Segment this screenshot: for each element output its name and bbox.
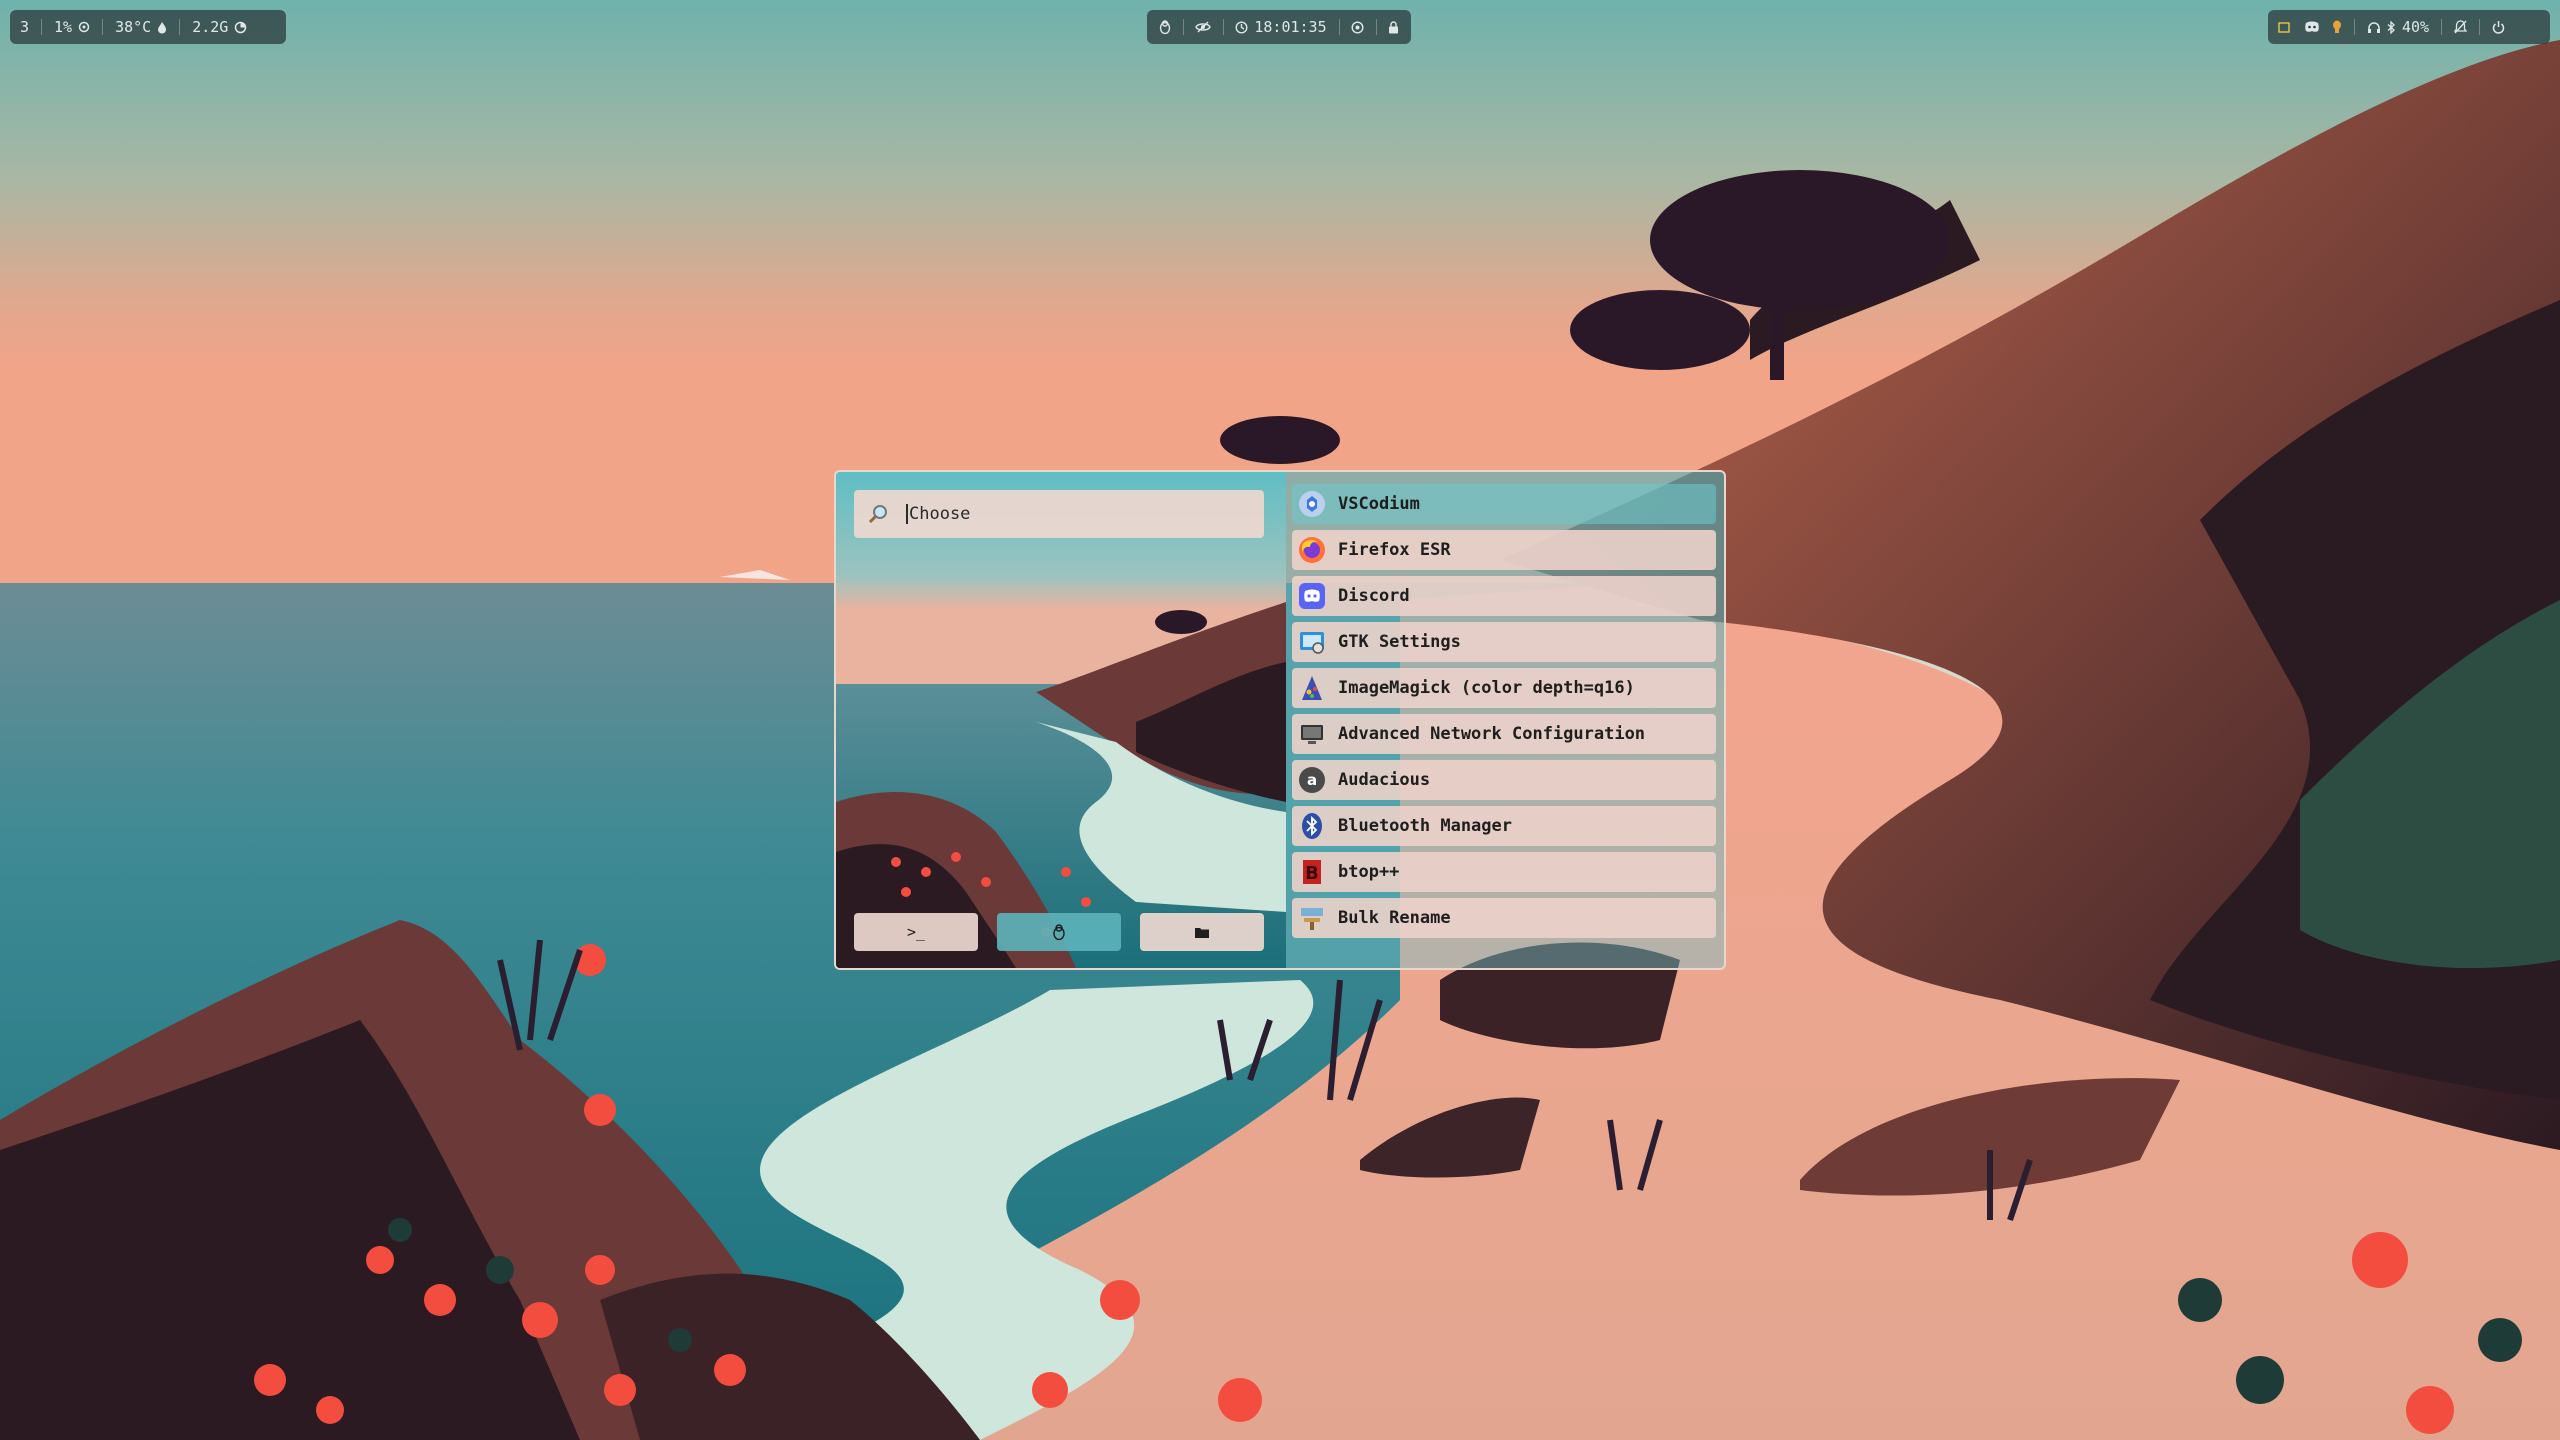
gtk-settings-icon: [1300, 632, 1324, 654]
window-icon: [2278, 21, 2290, 33]
notification-toggle[interactable]: [2454, 20, 2468, 34]
bluetooth-icon: [2387, 20, 2395, 34]
search-input[interactable]: [909, 504, 1239, 524]
imagemagick-icon: [1302, 676, 1322, 700]
app-label: Audacious: [1338, 770, 1431, 790]
list-item-audacious[interactable]: a Audacious: [1292, 760, 1716, 800]
bell-slash-icon: [2454, 20, 2468, 34]
tray-item[interactable]: [2278, 21, 2290, 33]
eye-slash-icon: [1195, 21, 1211, 33]
list-item-bluetooth-manager[interactable]: Bluetooth Manager: [1292, 806, 1716, 846]
network-icon: [1301, 725, 1323, 744]
divider: [41, 19, 43, 35]
terminal-icon: >_: [906, 923, 926, 941]
divider: [179, 19, 181, 35]
list-item-network-config[interactable]: Advanced Network Configuration: [1292, 714, 1716, 754]
bulk-rename-icon: [1301, 908, 1323, 930]
divider: [2354, 19, 2355, 35]
vscodium-icon: [1299, 491, 1325, 517]
flame-icon: [158, 21, 167, 33]
app-label: GTK Settings: [1338, 632, 1461, 652]
clock-widget[interactable]: 18:01:35: [1235, 18, 1327, 36]
app-label: Discord: [1338, 586, 1410, 606]
files-mode-button[interactable]: [1140, 913, 1264, 951]
search-box[interactable]: [854, 490, 1264, 538]
launcher-button[interactable]: [1159, 20, 1171, 34]
power-button[interactable]: [2492, 20, 2505, 34]
idle-inhibitor-button[interactable]: [1351, 20, 1364, 34]
tray-bulb[interactable]: [2332, 20, 2342, 34]
battery-percentage: 40%: [2402, 18, 2430, 36]
list-item-discord[interactable]: Discord: [1292, 576, 1716, 616]
lock-icon: [1389, 20, 1398, 33]
app-label: btop++: [1338, 862, 1400, 882]
penguin-icon: [1053, 924, 1065, 940]
audacious-icon: a: [1299, 767, 1325, 793]
firefox-icon: [1299, 537, 1325, 563]
headphones-icon: [2368, 21, 2380, 33]
launcher-preview-image: [836, 472, 1286, 968]
list-item-bulk-rename[interactable]: Bulk Rename: [1292, 898, 1716, 938]
temperature-value: 38°C: [115, 18, 152, 36]
discord-icon: [2305, 21, 2319, 32]
list-item-gtk-settings[interactable]: GTK Settings: [1292, 622, 1716, 662]
bluetooth-icon: [1302, 813, 1322, 839]
svg-text:a: a: [1307, 771, 1317, 789]
cpu-icon: [78, 21, 90, 33]
list-item-firefox[interactable]: Firefox ESR: [1292, 530, 1716, 570]
app-launcher: >_ VSCodium Firefox ESR Discord GTK Sett…: [834, 470, 1726, 970]
app-label: Advanced Network Configuration: [1338, 724, 1646, 744]
status-bar-left: 3 1% 38°C 2.2G: [10, 10, 286, 44]
app-label: Bluetooth Manager: [1338, 816, 1512, 836]
audio-bluetooth-battery[interactable]: 40%: [2367, 18, 2429, 36]
memory-widget: 2.2G: [192, 18, 247, 36]
memory-icon: [235, 21, 247, 33]
memory-value: 2.2G: [192, 18, 229, 36]
visibility-toggle[interactable]: [1195, 21, 1211, 33]
divider: [2441, 19, 2443, 35]
target-icon: [1351, 20, 1364, 34]
tray-discord[interactable]: [2304, 21, 2320, 33]
discord-icon: [1299, 583, 1325, 609]
folder-icon: [1195, 927, 1209, 938]
workspace-number: 3: [20, 18, 30, 36]
workspace-indicator[interactable]: 3: [20, 18, 29, 36]
clock-icon: [1235, 20, 1248, 34]
penguin-icon: [1159, 20, 1171, 34]
list-item-btop[interactable]: B btop++: [1292, 852, 1716, 892]
app-list: VSCodium Firefox ESR Discord GTK Setting…: [1292, 484, 1716, 944]
svg-text:B: B: [1305, 863, 1319, 884]
power-icon: [2492, 21, 2505, 34]
status-bar-center: 18:01:35: [1147, 10, 1411, 44]
btop-icon: B: [1303, 860, 1321, 884]
terminal-mode-button[interactable]: >_: [854, 913, 978, 951]
status-bar-right: 40%: [2268, 10, 2550, 44]
text-caret: [906, 504, 908, 524]
search-icon: [868, 505, 887, 524]
app-label: VSCodium: [1338, 494, 1420, 514]
temperature-widget: 38°C: [115, 18, 167, 36]
lock-button[interactable]: [1388, 20, 1399, 34]
divider: [102, 19, 104, 35]
list-item-vscodium[interactable]: VSCodium: [1292, 484, 1716, 524]
app-label: ImageMagick (color depth=q16): [1338, 678, 1635, 698]
lightbulb-icon: [2333, 20, 2341, 33]
cpu-widget: 1%: [54, 18, 90, 36]
cpu-value: 1%: [54, 18, 73, 36]
app-label: Firefox ESR: [1338, 540, 1451, 560]
app-label: Bulk Rename: [1338, 908, 1451, 928]
clock-time: 18:01:35: [1254, 18, 1327, 36]
divider: [2479, 19, 2481, 35]
list-item-imagemagick[interactable]: ImageMagick (color depth=q16): [1292, 668, 1716, 708]
apps-mode-button[interactable]: [997, 913, 1121, 951]
